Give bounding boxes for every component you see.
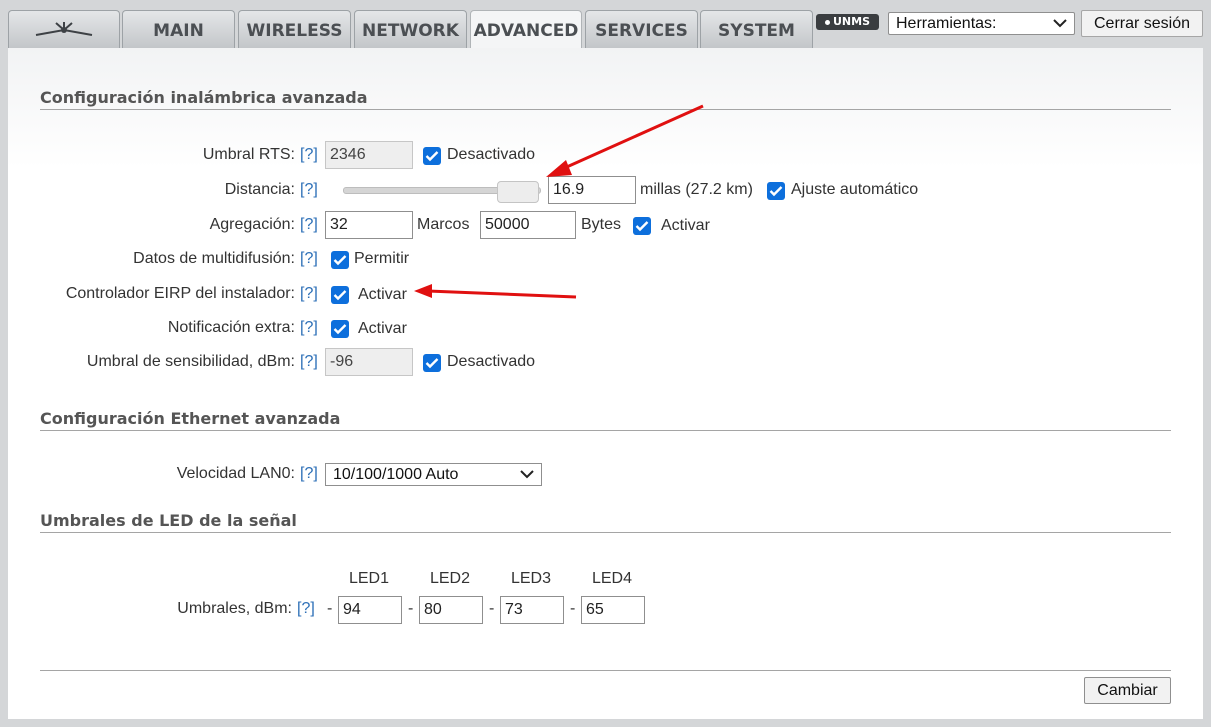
aggregation-label: Agregación: <box>209 216 295 233</box>
led2-header: LED2 <box>429 570 471 587</box>
tab-wireless[interactable]: WIRELESS <box>238 10 351 48</box>
led-dash: - <box>408 600 414 617</box>
aggregation-bytes-input[interactable]: 50000 <box>480 211 576 239</box>
distance-slider-handle[interactable] <box>497 181 539 203</box>
rts-label: Umbral RTS: <box>202 146 295 163</box>
tab-logo[interactable] <box>8 10 120 48</box>
distance-label: Distancia: <box>224 181 295 198</box>
led-dash: - <box>570 600 576 617</box>
footer-strip <box>0 719 1211 727</box>
tools-select[interactable]: Herramientas: <box>888 12 1075 35</box>
sensitivity-label: Umbral de sensibilidad, dBm: <box>86 353 295 370</box>
extra-notification-help-link[interactable]: [?] <box>300 319 318 337</box>
unms-badge[interactable]: UNMS <box>816 14 879 30</box>
checkmark-icon <box>635 221 649 232</box>
auto-adjust-checkbox[interactable] <box>767 182 785 200</box>
aggregation-help-link[interactable]: [?] <box>300 216 318 234</box>
eirp-enable-label: Activar <box>358 286 407 303</box>
tab-network[interactable]: NETWORK <box>354 10 467 48</box>
checkmark-icon <box>333 255 347 266</box>
unms-status-icon <box>824 19 830 25</box>
aggregation-frames-input[interactable]: 32 <box>325 211 413 239</box>
checkmark-icon <box>425 358 439 369</box>
tab-main[interactable]: MAIN <box>122 10 235 48</box>
led1-header: LED1 <box>348 570 390 587</box>
checkmark-icon <box>333 324 347 335</box>
chevron-down-icon <box>1053 19 1067 28</box>
multicast-label: Datos de multidifusión: <box>133 250 295 267</box>
section-title-ethernet: Configuración Ethernet avanzada <box>40 409 341 428</box>
led3-header: LED3 <box>510 570 552 587</box>
led-thresholds-label: Umbrales, dBm: <box>177 600 292 617</box>
sensitivity-disable-label: Desactivado <box>447 353 536 370</box>
checkmark-icon <box>769 186 783 197</box>
multicast-help-link[interactable]: [?] <box>300 250 318 268</box>
frames-label: Marcos <box>417 216 470 233</box>
aggregation-enable-checkbox[interactable] <box>633 217 651 235</box>
chevron-down-icon <box>520 470 534 479</box>
eirp-help-link[interactable]: [?] <box>300 285 318 303</box>
tab-system[interactable]: SYSTEM <box>700 10 813 48</box>
section-divider <box>40 109 1171 110</box>
tab-services[interactable]: SERVICES <box>585 10 698 48</box>
unms-label: UNMS <box>832 15 870 28</box>
sensitivity-disable-checkbox[interactable] <box>423 354 441 372</box>
aggregation-enable-label: Activar <box>661 217 710 234</box>
auto-adjust-label: Ajuste automático <box>791 181 919 198</box>
rts-input[interactable]: 2346 <box>325 141 413 169</box>
rts-disable-checkbox[interactable] <box>423 147 441 165</box>
logout-button[interactable]: Cerrar sesión <box>1081 10 1203 37</box>
multicast-allow-checkbox[interactable] <box>331 251 349 269</box>
bytes-label: Bytes <box>581 216 622 233</box>
multicast-allow-label: Permitir <box>354 250 410 267</box>
extra-notification-enable-label: Activar <box>358 320 407 337</box>
tools-select-value: Herramientas: <box>896 15 997 32</box>
footer-divider <box>40 670 1171 671</box>
section-title-led: Umbrales de LED de la señal <box>40 511 297 530</box>
distance-input[interactable]: 16.9 <box>548 176 636 204</box>
led4-header: LED4 <box>591 570 633 587</box>
checkmark-icon <box>425 151 439 162</box>
checkmark-icon <box>333 290 347 301</box>
distance-help-link[interactable]: [?] <box>300 181 318 199</box>
tab-advanced[interactable]: ADVANCED <box>470 10 582 50</box>
led-dash: - <box>327 600 333 617</box>
led4-input[interactable]: 65 <box>581 596 645 624</box>
ubiquiti-logo-icon <box>35 21 93 36</box>
lan0-speed-select[interactable]: 10/100/1000 Auto <box>325 463 542 486</box>
distance-units: millas (27.2 km) <box>640 181 753 198</box>
top-navigation: MAIN WIRELESS NETWORK ADVANCED SERVICES … <box>0 0 1211 50</box>
led1-input[interactable]: 94 <box>338 596 402 624</box>
rts-help-link[interactable]: [?] <box>300 146 318 164</box>
section-divider <box>40 430 1171 431</box>
led-help-link[interactable]: [?] <box>297 600 315 618</box>
rts-disable-label: Desactivado <box>447 146 536 163</box>
led3-input[interactable]: 73 <box>500 596 564 624</box>
eirp-label: Controlador EIRP del instalador: <box>65 285 295 302</box>
lan0-help-link[interactable]: [?] <box>300 465 318 483</box>
apply-button[interactable]: Cambiar <box>1084 677 1171 704</box>
section-title-wireless: Configuración inalámbrica avanzada <box>40 88 368 107</box>
sensitivity-help-link[interactable]: [?] <box>300 353 318 371</box>
lan0-speed-value: 10/100/1000 Auto <box>333 466 459 483</box>
extra-notification-label: Notificación extra: <box>167 319 295 336</box>
extra-notification-checkbox[interactable] <box>331 320 349 338</box>
eirp-enable-checkbox[interactable] <box>331 286 349 304</box>
sensitivity-input[interactable]: -96 <box>325 348 413 376</box>
section-divider <box>40 532 1171 533</box>
lan0-speed-label: Velocidad LAN0: <box>176 465 295 482</box>
led-dash: - <box>489 600 495 617</box>
led2-input[interactable]: 80 <box>419 596 483 624</box>
